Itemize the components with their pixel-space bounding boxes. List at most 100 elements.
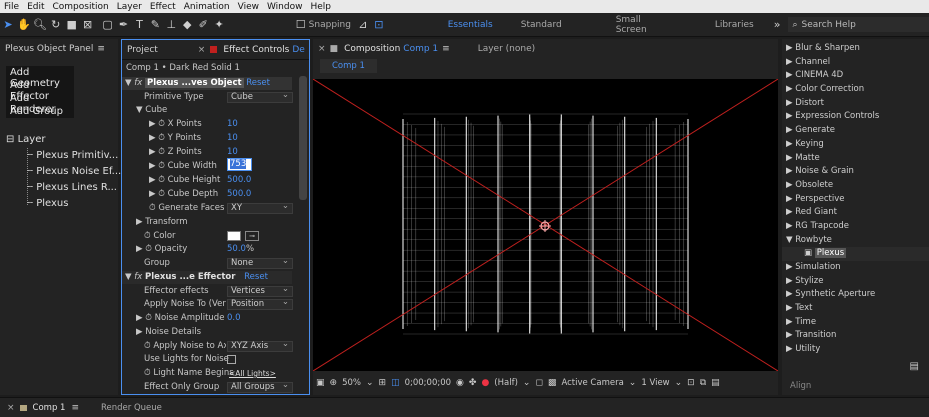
effect-category-generate[interactable]: ▶ Generate [782,124,929,138]
stopwatch-icon[interactable]: ⏱ [158,133,165,143]
stopwatch-icon[interactable]: ⏱ [145,313,152,323]
menu-composition[interactable]: Composition [49,2,113,12]
use-lights-checkbox[interactable] [227,355,236,364]
chevron-down-icon[interactable]: ⌄ [675,378,683,388]
snap-options-icon[interactable]: ⊿ [355,16,371,33]
effect-category-simulation[interactable]: ▶ Simulation [782,261,929,275]
stopwatch-icon[interactable]: ⏱ [144,341,151,351]
tree-item-plexus[interactable]: ┄ Plexus [27,198,68,209]
tree-item-plexus-lines[interactable]: ┄ Plexus Lines R... [27,182,117,193]
effect-category-utility[interactable]: ▶ Utility [782,343,929,357]
camera-view-dropdown[interactable]: Active Camera [561,378,623,388]
effect-only-group-dropdown[interactable]: All Groups [227,381,293,393]
search-help-box[interactable]: ⌕ Search Help [788,17,929,32]
region-icon[interactable]: ◻ [535,378,542,388]
transform-group-row[interactable]: ▶ Transform [122,216,292,229]
effect-category-blur-sharpen[interactable]: ▶ Blur & Sharpen [782,42,929,56]
menu-animation[interactable]: Animation [180,2,234,12]
align-panel-title[interactable]: Align [790,381,811,391]
effect-category-color-correction[interactable]: ▶ Color Correction [782,83,929,97]
color-swatch[interactable] [227,231,241,241]
lock-icon[interactable]: ■ [330,44,339,54]
panel-menu-icon[interactable]: ≡ [71,403,79,413]
tab-layer[interactable]: Layer (none) [478,44,535,54]
menu-file[interactable]: File [0,2,23,12]
opacity-value[interactable]: 50.0% [227,243,267,256]
tree-item-plexus-noise[interactable]: ┄ Plexus Noise Ef... [27,166,121,177]
noise-amplitude-value[interactable]: 0.0 [227,312,267,325]
effect-plexus-object-row[interactable]: ▼ fx Plexus ...ves Object Reset [122,77,292,90]
effect-category-stylize[interactable]: ▶ Stylize [782,275,929,289]
x-points-value[interactable]: 10 [227,118,267,131]
snap-target-icon[interactable]: ⊡ [371,16,387,33]
stopwatch-icon[interactable]: ⏱ [158,147,165,157]
menu-effect[interactable]: Effect [146,2,180,12]
tree-root[interactable]: ⊟ Layer [6,134,45,145]
resolution-dropdown[interactable]: (Half) [494,378,518,388]
puppet-tool-icon[interactable]: ✦ [211,16,227,33]
timecode-display[interactable]: 0;00;00;00 [405,378,451,388]
pan-behind-tool-icon[interactable]: ⊠ [80,16,96,33]
effect-category-perspective[interactable]: ▶ Perspective [782,193,929,207]
cube-width-input[interactable]: 753 [227,158,252,171]
view-options-icon[interactable]: ⊡ [687,378,695,388]
comp-subtab[interactable]: Comp 1 [320,59,377,73]
close-tab-icon[interactable]: × [318,44,326,54]
chevron-down-icon[interactable]: ⌄ [523,378,531,388]
eraser-tool-icon[interactable]: ◆ [179,16,195,33]
effect-category-matte[interactable]: ▶ Matte [782,152,929,166]
menu-window[interactable]: Window [263,2,307,12]
snapshot-camera-icon[interactable]: ◉ [456,378,464,388]
effect-plexus-effector-row[interactable]: ▼ fx Plexus ...e Effector Reset [122,271,292,284]
chevron-down-icon[interactable]: ⌄ [366,378,374,388]
stopwatch-icon[interactable]: ⏱ [149,203,156,213]
tab-composition-name[interactable]: Comp 1 [403,44,438,54]
roto-brush-tool-icon[interactable]: ✐ [195,16,211,33]
workspace-libraries[interactable]: Libraries [685,20,768,30]
effect-category-obsolete[interactable]: ▶ Obsolete [782,179,929,193]
color-channels-icon[interactable]: ● [481,378,489,388]
effect-category-plexus[interactable]: ▣ Plexus [782,247,929,261]
snapping-checkbox[interactable]: ☐ [293,16,309,33]
cube-group-row[interactable]: ▼ Cube [122,104,292,117]
effect-category-expression-controls[interactable]: ▶ Expression Controls [782,110,929,124]
effect-category-rowbyte[interactable]: ▼ Rowbyte [782,234,929,248]
close-tab-icon[interactable]: × [198,45,206,55]
fast-preview-icon[interactable]: ⧉ [700,378,706,388]
y-points-value[interactable]: 10 [227,132,267,145]
effect-category-text[interactable]: ▶ Text [782,302,929,316]
primitive-type-dropdown[interactable]: Cube [227,91,293,103]
effect-category-rg-trapcode[interactable]: ▶ RG Trapcode [782,220,929,234]
mask-visibility-icon[interactable]: ◫ [391,378,400,388]
panel-menu-icon[interactable]: ≡ [442,44,450,54]
add-geometry-button[interactable]: Add Geometry [6,66,74,89]
effect-category-noise-grain[interactable]: ▶ Noise & Grain [782,165,929,179]
stopwatch-icon[interactable]: ⏱ [145,244,152,254]
selection-tool-icon[interactable]: ➤ [0,16,16,33]
new-folder-icon[interactable]: ▤ [910,361,919,372]
chevron-down-icon[interactable]: ⌄ [629,378,637,388]
camera-tool-icon[interactable]: ■ [64,16,80,33]
pen-tool-icon[interactable]: ✒ [116,16,132,33]
light-name-value[interactable]: <All Lights> [229,367,299,380]
stopwatch-icon[interactable]: ⏱ [158,161,165,171]
hand-tool-icon[interactable]: ✋ [16,16,32,33]
stopwatch-icon[interactable]: ⏱ [158,119,165,129]
workspace-small-screen[interactable]: Small Screen [576,15,685,35]
timeline-tab-comp[interactable]: Comp 1 [33,403,66,413]
timeline-icon[interactable]: ▤ [711,378,720,388]
effect-name-plexus-object[interactable]: Plexus ...ves Object [144,78,244,88]
stopwatch-icon[interactable]: ⏱ [158,175,165,185]
scrollbar-thumb[interactable] [299,76,307,200]
stopwatch-icon[interactable]: ⏱ [144,368,151,378]
workspace-essentials[interactable]: Essentials [434,20,507,30]
brush-tool-icon[interactable]: ✎ [147,16,163,33]
effect-category-synthetic-aperture[interactable]: ▶ Synthetic Aperture [782,288,929,302]
cube-height-value[interactable]: 500.0 [227,174,267,187]
menu-edit[interactable]: Edit [23,2,48,12]
effect-category-channel[interactable]: ▶ Channel [782,56,929,70]
effect-category-red-giant[interactable]: ▶ Red Giant [782,206,929,220]
reset-button-1[interactable]: Reset [246,78,270,88]
noise-details-row[interactable]: ▶ Noise Details [122,326,292,339]
effector-effects-dropdown[interactable]: Vertices [227,285,293,297]
